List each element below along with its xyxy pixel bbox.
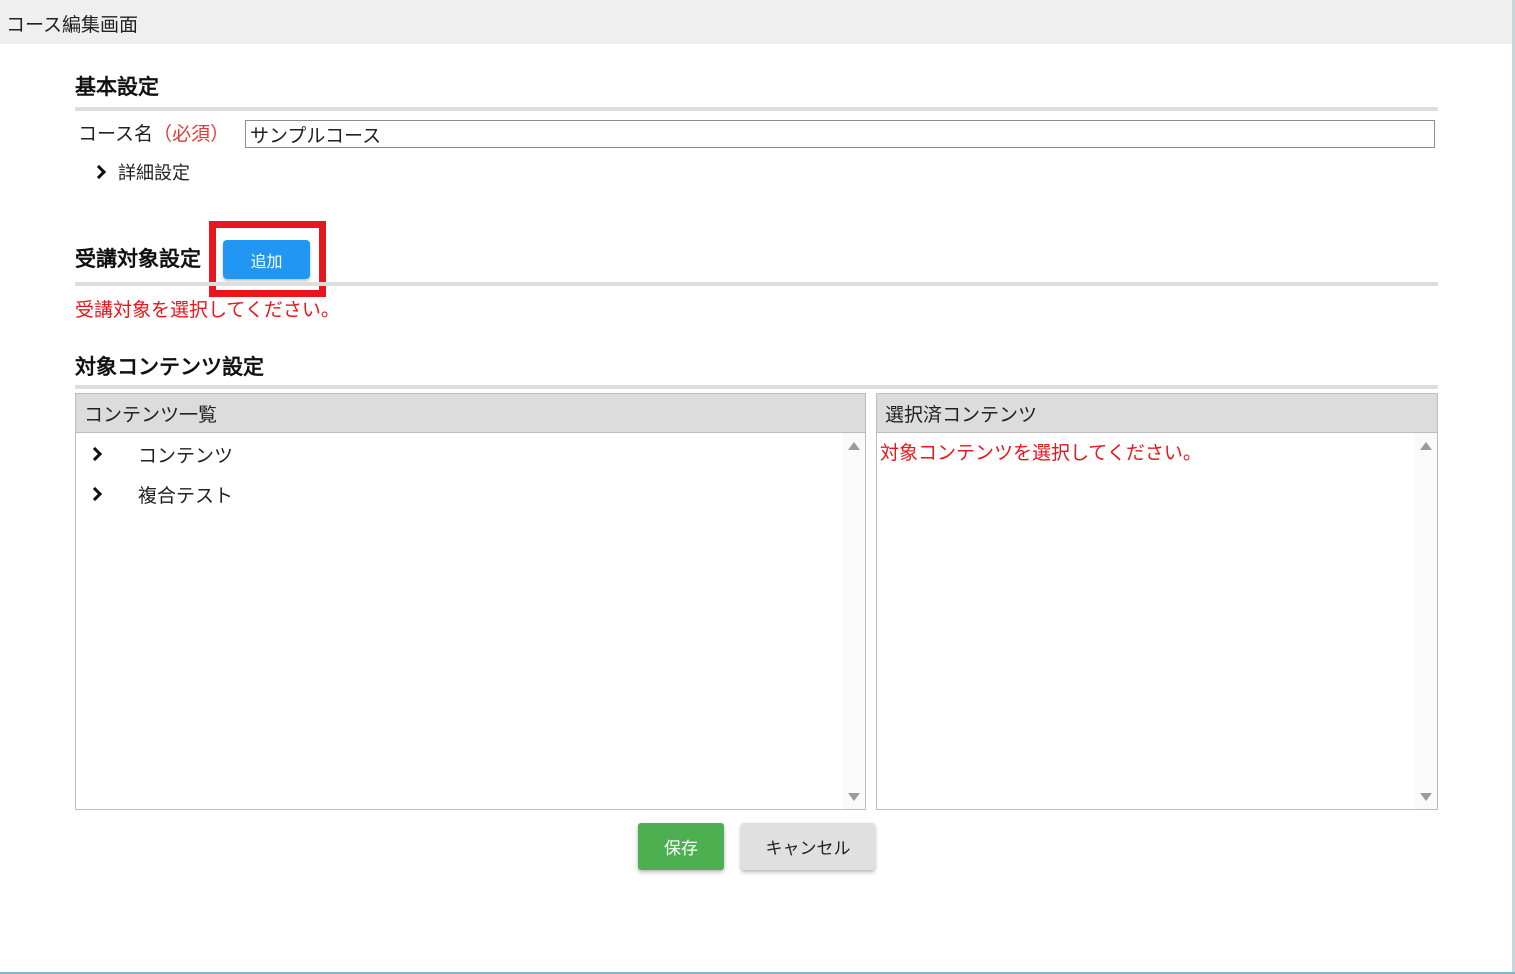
content-list-body: コンテンツ 複合テスト (76, 433, 865, 809)
save-button[interactable]: 保存 (638, 823, 724, 870)
chevron-right-icon (91, 164, 107, 180)
target-settings-title: 受講対象設定 (75, 247, 201, 271)
basic-settings-divider (75, 107, 1438, 111)
content-settings-title: 対象コンテンツ設定 (75, 355, 264, 379)
scroll-up-icon[interactable] (848, 442, 860, 450)
course-name-label-text: コース名 (78, 123, 154, 145)
window-title: コース編集画面 (6, 14, 139, 36)
selected-content-panel: 選択済コンテンツ 対象コンテンツを選択してください。 (876, 393, 1438, 810)
content-list-header: コンテンツ一覧 (76, 394, 865, 433)
tree-item-composite-test[interactable]: 複合テスト (87, 479, 234, 509)
cancel-button[interactable]: キャンセル (741, 823, 875, 870)
chevron-right-icon (87, 486, 103, 502)
basic-settings-title: 基本設定 (75, 75, 159, 99)
content-list-panel: コンテンツ一覧 コンテンツ 複合テスト (75, 393, 866, 810)
scroll-down-icon[interactable] (1420, 793, 1432, 801)
target-error-message: 受講対象を選択してください。 (75, 299, 340, 321)
add-target-button[interactable]: 追加 (223, 240, 310, 279)
selected-content-body: 対象コンテンツを選択してください。 (877, 433, 1437, 809)
tree-item-label: コンテンツ (138, 444, 234, 467)
chevron-right-icon (87, 446, 103, 462)
content-list-scrollbar[interactable] (843, 433, 865, 809)
required-marker: （必須） (153, 123, 230, 145)
selected-content-header: 選択済コンテンツ (877, 394, 1437, 433)
target-settings-divider (75, 282, 1438, 286)
course-name-input[interactable] (245, 120, 1435, 148)
detail-settings-label: 詳細設定 (118, 163, 190, 184)
detail-settings-toggle[interactable]: 詳細設定 (91, 158, 190, 186)
selected-content-scrollbar[interactable] (1415, 433, 1437, 809)
tree-item-label: 複合テスト (138, 484, 234, 507)
course-name-label: コース名（必須） (78, 119, 229, 146)
selected-content-error: 対象コンテンツを選択してください。 (880, 442, 1202, 464)
tree-item-contents[interactable]: コンテンツ (87, 439, 234, 469)
scroll-up-icon[interactable] (1420, 442, 1432, 450)
scroll-down-icon[interactable] (848, 793, 860, 801)
title-bar: コース編集画面 (0, 0, 1515, 44)
content-settings-divider (75, 385, 1438, 389)
